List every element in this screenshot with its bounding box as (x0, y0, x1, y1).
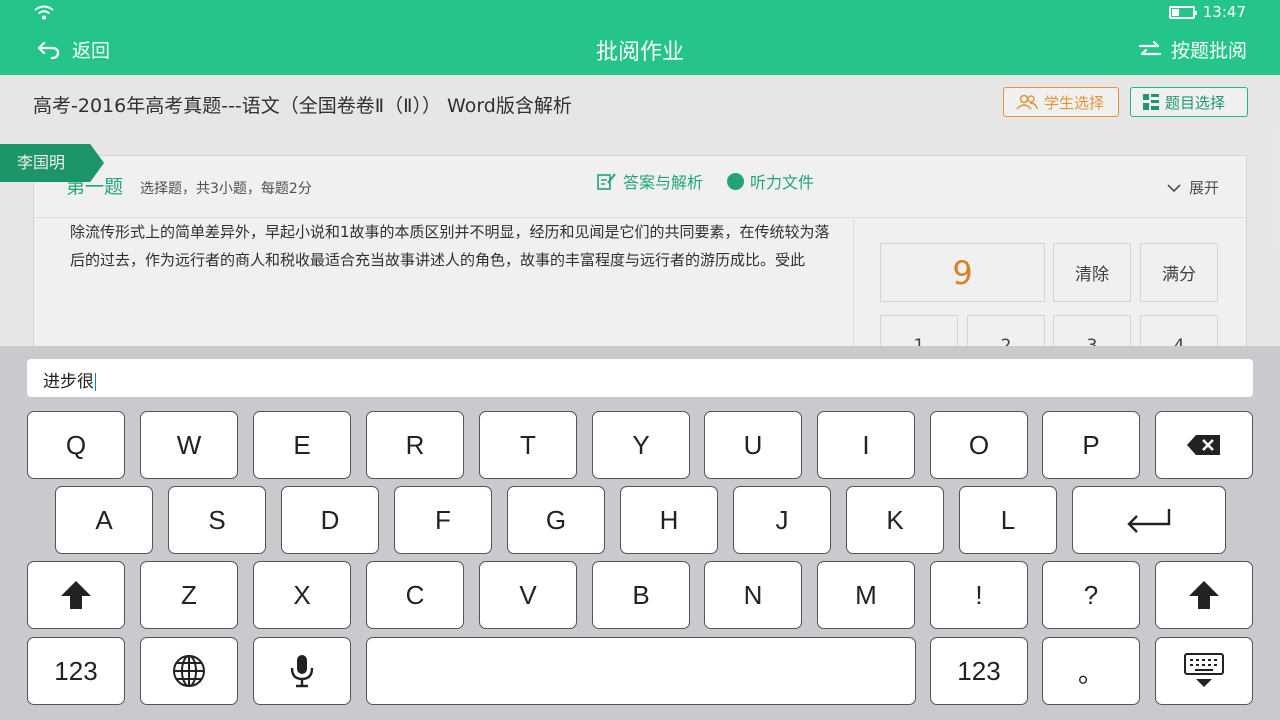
soft-keyboard: 进步很 Q W E R T Y U I O P A S D F G H J K … (0, 346, 1280, 720)
shift-key-right[interactable] (1155, 561, 1253, 629)
status-time: 13:47 (1202, 3, 1246, 21)
grade-by-question-label: 按题批阅 (1170, 40, 1247, 62)
key-w[interactable]: W (140, 411, 238, 479)
battery-icon (1168, 5, 1197, 19)
key-p[interactable]: P (1042, 411, 1140, 479)
key-b[interactable]: B (592, 561, 690, 629)
key-g[interactable]: G (507, 486, 605, 554)
key-z[interactable]: Z (140, 561, 238, 629)
key-m[interactable]: M (817, 561, 915, 629)
comment-input[interactable]: 进步很 (27, 359, 1253, 397)
key-n[interactable]: N (704, 561, 802, 629)
voice-input-key[interactable] (253, 637, 351, 705)
numbers-key-left[interactable]: 123 (27, 637, 125, 705)
language-key[interactable] (140, 637, 238, 705)
app-header: 13:47 返回 批阅作业 按题批阅 (0, 0, 1280, 75)
key-f[interactable]: F (394, 486, 492, 554)
text-caret (95, 373, 96, 391)
key-a[interactable]: A (55, 486, 153, 554)
enter-key[interactable] (1072, 486, 1226, 554)
shift-arrow-icon (1189, 581, 1219, 609)
key-x[interactable]: X (253, 561, 351, 629)
grade-by-question-button[interactable]: 按题批阅 (1138, 36, 1247, 63)
key-l[interactable]: L (959, 486, 1057, 554)
key-period[interactable]: 。 (1042, 637, 1140, 705)
hide-keyboard-icon (1184, 653, 1224, 687)
content-dim-overlay (0, 75, 1280, 346)
space-key[interactable] (366, 637, 916, 705)
key-o[interactable]: O (930, 411, 1028, 479)
microphone-icon (290, 655, 314, 688)
key-s[interactable]: S (168, 486, 266, 554)
globe-icon (173, 655, 205, 687)
key-c[interactable]: C (366, 561, 464, 629)
shift-arrow-icon (61, 581, 91, 609)
key-t[interactable]: T (479, 411, 577, 479)
numbers-key-right[interactable]: 123 (930, 637, 1028, 705)
key-d[interactable]: D (281, 486, 379, 554)
key-v[interactable]: V (479, 561, 577, 629)
comment-input-text: 进步很 (43, 372, 94, 392)
page-title: 批阅作业 (595, 40, 684, 65)
key-r[interactable]: R (366, 411, 464, 479)
key-j[interactable]: J (733, 486, 831, 554)
key-i[interactable]: I (817, 411, 915, 479)
key-k[interactable]: K (846, 486, 944, 554)
key-h[interactable]: H (620, 486, 718, 554)
key-y[interactable]: Y (592, 411, 690, 479)
key-e[interactable]: E (253, 411, 351, 479)
key-u[interactable]: U (704, 411, 802, 479)
key-q[interactable]: Q (27, 411, 125, 479)
shift-key-left[interactable] (27, 561, 125, 629)
key-question[interactable]: ? (1042, 561, 1140, 629)
swap-icon (1138, 40, 1161, 55)
enter-icon (1127, 509, 1171, 533)
hide-keyboard-key[interactable] (1155, 637, 1253, 705)
key-exclamation[interactable]: ! (930, 561, 1028, 629)
backspace-key[interactable] (1155, 411, 1253, 479)
backspace-icon (1187, 435, 1220, 455)
status-bar-right: 13:47 (1168, 3, 1246, 21)
wifi-icon (34, 5, 54, 20)
